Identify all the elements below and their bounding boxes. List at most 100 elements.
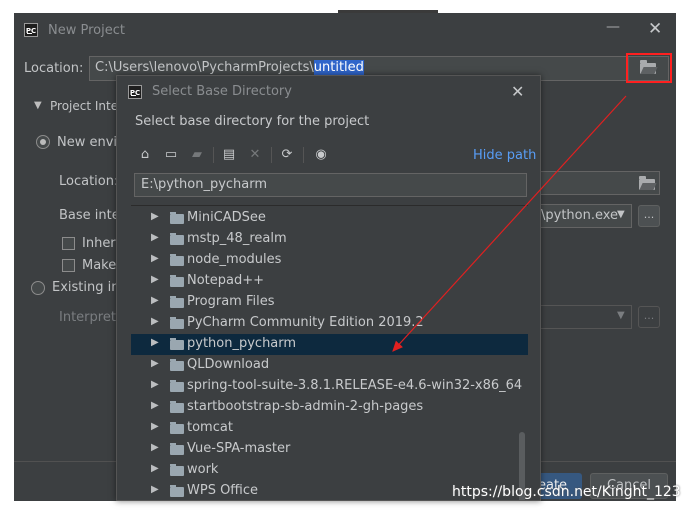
tree-item[interactable]: ▶ Vue-SPA-master	[131, 439, 528, 460]
tree-item[interactable]: ▶ PyCharm Community Edition 2019.2	[131, 313, 528, 334]
directory-path-input[interactable]: E:\python_pycharm	[134, 173, 527, 197]
folder-icon	[170, 464, 184, 476]
tree-item-label: PyCharm Community Edition 2019.2	[187, 315, 424, 330]
chevron-down-icon: ▼	[617, 209, 625, 220]
base-interpreter-value: \python.exe	[541, 208, 619, 223]
watermark: https://blog.csdn.net/Kinght_123	[452, 484, 681, 500]
env-location-label: Location:	[59, 174, 119, 189]
tree-item[interactable]: ▶ python_pycharm	[131, 334, 528, 355]
dialog-close-button[interactable]: ✕	[511, 82, 524, 101]
location-text: C:\Users\lenovo\PycharmProjects\untitled	[95, 60, 364, 75]
toolbar-separator	[271, 147, 272, 163]
new-folder-icon[interactable]: ▤	[221, 147, 237, 163]
location-path-selected: untitled	[313, 60, 364, 75]
expand-arrow-icon[interactable]: ▶	[151, 253, 159, 264]
project-folder-icon[interactable]: ▰	[189, 147, 205, 163]
toolbar-separator	[213, 147, 214, 163]
directory-path-text: E:\python_pycharm	[141, 177, 268, 192]
interpreter-browse-button[interactable]: ...	[638, 306, 660, 328]
tree-item-label: MiniCADSee	[187, 210, 266, 225]
tree-item-label: tomcat	[187, 420, 233, 435]
desktop-icon[interactable]: ▭	[163, 147, 179, 163]
title-bar: PC New Project — ✕	[14, 13, 676, 49]
folder-icon	[170, 422, 184, 434]
toolbar-separator	[303, 147, 304, 163]
hide-path-link[interactable]: Hide path	[473, 148, 536, 163]
folder-icon	[170, 254, 184, 266]
env-location-input[interactable]	[534, 171, 660, 195]
delete-icon[interactable]: ✕	[247, 147, 263, 163]
new-environment-radio[interactable]	[36, 135, 50, 149]
expand-arrow-icon[interactable]: ▼	[34, 100, 42, 111]
expand-arrow-icon[interactable]: ▶	[151, 400, 159, 411]
select-base-directory-dialog: PC Select Base Directory ✕ Select base d…	[116, 75, 541, 501]
tree-item-label: python_pycharm	[187, 336, 297, 351]
make-available-checkbox[interactable]	[62, 259, 75, 272]
folder-icon	[170, 485, 184, 497]
expand-arrow-icon[interactable]: ▶	[151, 484, 159, 495]
refresh-icon[interactable]: ⟳	[279, 147, 295, 163]
tree-item-label: mstp_48_realm	[187, 231, 287, 246]
tree-item-label: WPS Office	[187, 483, 259, 498]
dialog-description: Select base directory for the project	[135, 114, 370, 129]
expand-arrow-icon[interactable]: ▶	[151, 274, 159, 285]
close-button[interactable]: ✕	[648, 19, 662, 39]
tree-item[interactable]: ▶ work	[131, 460, 528, 481]
tree-item[interactable]: ▶ mstp_48_realm	[131, 229, 528, 250]
pycharm-logo-icon: PC	[128, 85, 142, 99]
tree-item[interactable]: ▶ node_modules	[131, 250, 528, 271]
inherit-checkbox[interactable]	[62, 237, 75, 250]
tree-item[interactable]: ▶ tomcat	[131, 418, 528, 439]
window-title: New Project	[48, 23, 125, 38]
expand-arrow-icon[interactable]: ▶	[151, 295, 159, 306]
base-interpreter-select[interactable]: \python.exe ▼	[534, 204, 632, 228]
folder-icon	[170, 401, 184, 413]
interpreter-label: Interprete	[59, 310, 124, 325]
location-label: Location:	[24, 61, 84, 76]
folder-icon	[170, 380, 184, 392]
show-hidden-icon[interactable]: ◉	[313, 147, 329, 163]
folder-icon	[170, 212, 184, 224]
expand-arrow-icon[interactable]: ▶	[151, 337, 159, 348]
expand-arrow-icon[interactable]: ▶	[151, 421, 159, 432]
env-folder-icon[interactable]	[639, 176, 655, 190]
base-interpreter-browse-button[interactable]: ...	[638, 205, 660, 227]
tree-item[interactable]: ▶ QLDownload	[131, 355, 528, 376]
pycharm-logo-icon: PC	[24, 23, 38, 37]
expand-arrow-icon[interactable]: ▶	[151, 232, 159, 243]
tree-item-label: startbootstrap-sb-admin-2-gh-pages	[187, 399, 424, 414]
expand-arrow-icon[interactable]: ▶	[151, 211, 159, 222]
tree-item-label: work	[187, 462, 219, 477]
tree-item-label: Notepad++	[187, 273, 265, 288]
existing-interpreter-radio[interactable]	[31, 281, 45, 295]
expand-arrow-icon[interactable]: ▶	[151, 442, 159, 453]
tree-item[interactable]: ▶ Program Files	[131, 292, 528, 313]
folder-icon	[170, 275, 184, 287]
tree-item-label: Program Files	[187, 294, 275, 309]
interpreter-select[interactable]: ▼	[534, 305, 632, 329]
tree-item[interactable]: ▶ Notepad++	[131, 271, 528, 292]
tree-item-label: Vue-SPA-master	[187, 441, 291, 456]
expand-arrow-icon[interactable]: ▶	[151, 316, 159, 327]
expand-arrow-icon[interactable]: ▶	[151, 463, 159, 474]
folder-icon	[170, 296, 184, 308]
chevron-down-icon: ▼	[617, 310, 625, 321]
folder-icon	[170, 443, 184, 455]
tree-item[interactable]: ▶ startbootstrap-sb-admin-2-gh-pages	[131, 397, 528, 418]
highlight-box	[626, 53, 672, 83]
folder-icon	[170, 359, 184, 371]
folder-icon	[170, 233, 184, 245]
minimize-button[interactable]: —	[606, 19, 620, 35]
expand-arrow-icon[interactable]: ▶	[151, 358, 159, 369]
tree-item[interactable]: ▶ spring-tool-suite-3.8.1.RELEASE-e4.6-wi…	[131, 376, 528, 397]
tree-item[interactable]: ▶ MiniCADSee	[131, 208, 528, 229]
dialog-title: Select Base Directory	[152, 84, 292, 99]
home-icon[interactable]: ⌂	[137, 147, 153, 163]
location-path-prefix: C:\Users\lenovo\PycharmProjects\	[95, 60, 314, 75]
tree-item-label: QLDownload	[187, 357, 270, 372]
directory-tree[interactable]: ▶ WPS Office ▶ work ▶ Vue-SPA-master ▶ tomcat ▶ s…	[131, 205, 528, 500]
tree-item-label: node_modules	[187, 252, 282, 267]
tree-item-label: spring-tool-suite-3.8.1.RELEASE-e4.6-win…	[187, 378, 523, 393]
make-available-label: Make	[82, 258, 117, 273]
expand-arrow-icon[interactable]: ▶	[151, 379, 159, 390]
